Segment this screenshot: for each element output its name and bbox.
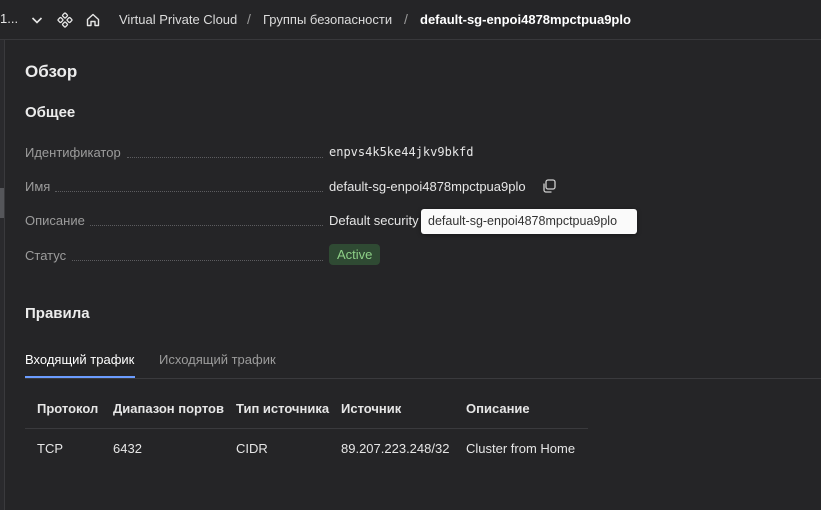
property-value-id[interactable]: enpvs4k5ke44jkv9bkfd (329, 145, 474, 159)
chevron-down-icon[interactable] (27, 10, 47, 30)
dotted-leader (90, 225, 323, 226)
name-tooltip: default-sg-enpoi4878mpctpua9plo (421, 209, 637, 234)
section-title-rules: Правила (25, 305, 90, 322)
breadcrumb-current: default-sg-enpoi4878mpctpua9plo (420, 12, 631, 27)
column-header-protocol: Протокол (37, 401, 99, 416)
cell-port-range: 6432 (113, 441, 142, 456)
table-row-divider (25, 428, 588, 429)
breadcrumb-separator: / (247, 11, 251, 27)
cell-description: Cluster from Home (466, 441, 576, 456)
dotted-leader (72, 260, 323, 261)
truncated-folder-label[interactable]: 1... (0, 11, 18, 26)
dotted-leader (127, 157, 323, 158)
property-label-name: Имя (25, 179, 51, 194)
dotted-leader (55, 191, 323, 192)
page-title: Обзор (25, 62, 78, 81)
status-badge: Active (329, 244, 381, 265)
home-icon[interactable] (83, 10, 103, 30)
copy-icon[interactable] (541, 178, 557, 194)
cell-source-type: CIDR (236, 441, 268, 456)
tab-ingress[interactable]: Входящий трафик (25, 352, 134, 367)
property-label-description: Описание (25, 213, 85, 228)
column-header-port-range: Диапазон портов (113, 401, 224, 416)
property-label-id: Идентификатор (25, 145, 121, 160)
breadcrumb-security-groups[interactable]: Группы безопасности (263, 12, 392, 27)
cell-source: 89.207.223.248/32 (341, 441, 450, 456)
top-bar: 1... Virtual Private Cloud / Группы безо… (0, 0, 821, 40)
property-label-status: Статус (25, 248, 67, 263)
breadcrumb-separator: / (404, 11, 408, 27)
services-icon[interactable] (55, 10, 75, 30)
breadcrumb-vpc[interactable]: Virtual Private Cloud (119, 12, 237, 27)
active-tab-indicator (25, 376, 135, 378)
property-value-name[interactable]: default-sg-enpoi4878mpctpua9plo (329, 179, 526, 194)
column-header-source-type: Тип источника (236, 401, 330, 416)
left-rail (0, 40, 5, 510)
column-header-source: Источник (341, 401, 402, 416)
traffic-tabs: Входящий трафик Исходящий трафик (25, 340, 821, 379)
tab-egress[interactable]: Исходящий трафик (159, 352, 276, 367)
section-title-general: Общее (25, 104, 76, 121)
cell-protocol: TCP (37, 441, 63, 456)
property-value-description: Default security (329, 213, 419, 228)
column-header-description: Описание (466, 401, 530, 416)
left-rail-marker (0, 188, 4, 218)
